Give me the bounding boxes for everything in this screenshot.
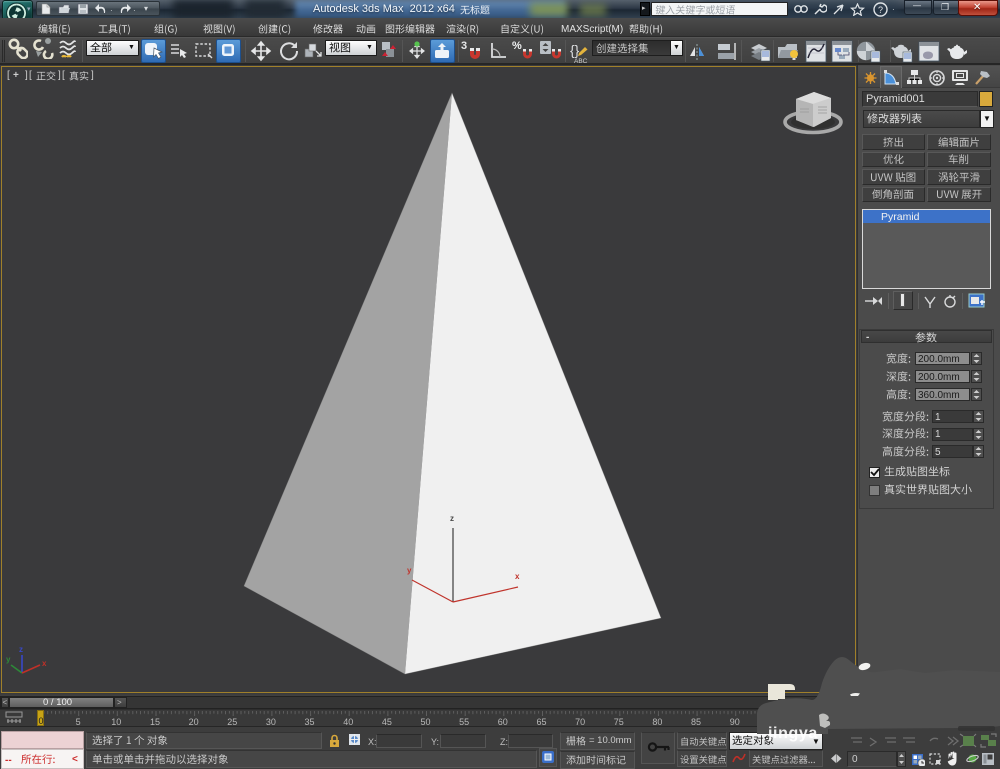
svg-text:x: x [42,659,47,668]
svg-text:ABC: ABC [574,58,588,64]
svg-text:x: x [515,572,520,581]
svg-text:y: y [407,566,412,575]
svg-text:z: z [19,645,23,654]
svg-text:z: z [450,514,454,523]
svg-text:y: y [6,655,11,664]
svg-text:?: ? [878,5,883,15]
